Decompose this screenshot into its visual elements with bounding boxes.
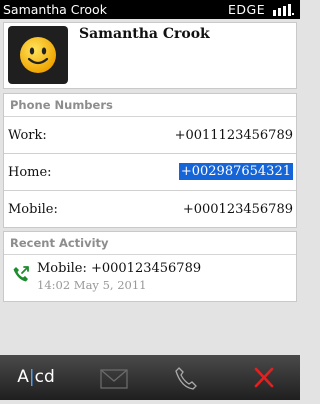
phone-label: Mobile: bbox=[8, 202, 58, 217]
activity-title[interactable]: Mobile: +000123456789 bbox=[37, 261, 201, 276]
phone-value-selected: +002987654321 bbox=[178, 163, 293, 180]
phone-label: Work: bbox=[8, 128, 47, 143]
phone-icon bbox=[175, 367, 197, 390]
phone-row-work[interactable]: Work: +0011123456789 bbox=[4, 117, 296, 154]
phone-row-mobile[interactable]: Mobile: +000123456789 bbox=[4, 191, 296, 227]
bottom-toolbar: A|cd bbox=[0, 355, 300, 400]
phone-value: +000123456789 bbox=[182, 202, 293, 217]
section-title: Phone Numbers bbox=[10, 98, 113, 112]
contact-name: Samantha Crook bbox=[79, 26, 210, 42]
phone-numbers-section: Phone Numbers Work: +0011123456789 Home:… bbox=[3, 93, 297, 228]
phone-row-home[interactable]: Home: +002987654321 bbox=[4, 154, 296, 191]
close-icon bbox=[254, 367, 274, 388]
phone-numbers-header: Phone Numbers bbox=[4, 94, 296, 117]
text-input-icon: A|cd bbox=[17, 367, 55, 387]
recent-activity-section: Recent Activity Mobile: +000123456789 14… bbox=[3, 231, 297, 302]
device-owner-name: Samantha Crook bbox=[3, 2, 107, 17]
outgoing-call-icon bbox=[13, 266, 29, 282]
activity-timestamp: 14:02 May 5, 2011 bbox=[37, 278, 147, 292]
phone-value: +0011123456789 bbox=[174, 128, 293, 143]
phone-label: Home: bbox=[8, 165, 52, 180]
text-input-button[interactable]: A|cd bbox=[0, 355, 72, 400]
smiley-face-icon bbox=[20, 37, 56, 73]
recent-activity-header: Recent Activity bbox=[4, 232, 296, 255]
signal-strength-icon bbox=[273, 4, 294, 16]
network-type: EDGE bbox=[228, 2, 266, 17]
section-title: Recent Activity bbox=[10, 236, 109, 250]
avatar[interactable] bbox=[8, 26, 68, 84]
email-button[interactable] bbox=[96, 355, 132, 400]
status-bar: Samantha Crook EDGE bbox=[0, 0, 300, 19]
contact-header: Samantha Crook bbox=[3, 22, 297, 89]
call-button[interactable] bbox=[168, 355, 204, 400]
email-icon bbox=[100, 369, 128, 389]
close-button[interactable] bbox=[246, 355, 282, 400]
